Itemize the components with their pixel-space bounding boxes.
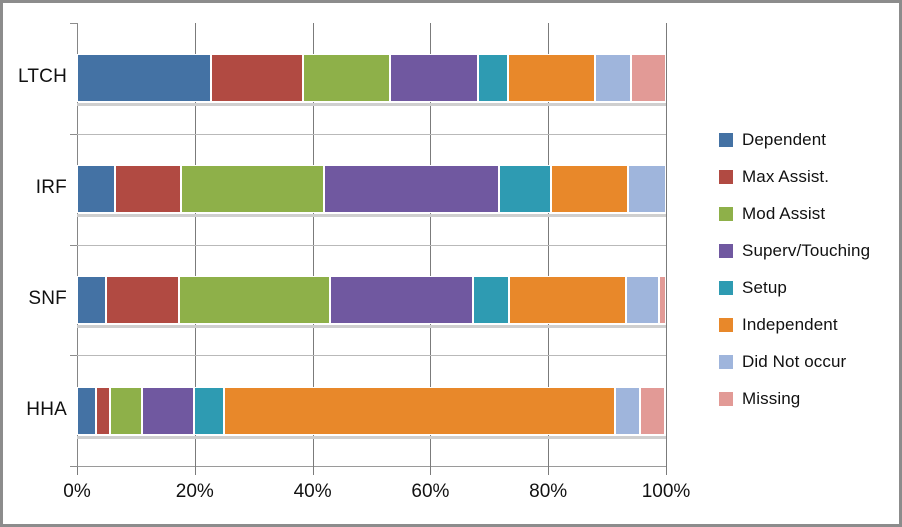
legend-swatch-icon — [719, 206, 733, 221]
bar-shadow — [77, 103, 666, 107]
bar-segment-setup — [498, 165, 551, 214]
x-axis-tick-label: 100% — [641, 481, 691, 502]
legend-label: Max Assist. — [742, 166, 830, 186]
legend-label: Missing — [742, 388, 801, 408]
bar-segment-independent — [507, 54, 596, 103]
bar-stack-irf — [77, 165, 666, 214]
bar-stack-ltch — [77, 54, 666, 103]
y-axis-category-label-irf: IRF — [35, 177, 67, 199]
x-axis-line — [77, 466, 667, 467]
legend-swatch-icon — [719, 132, 733, 147]
bar-segment-dependent — [77, 386, 96, 435]
legend-swatch-icon — [719, 280, 733, 295]
bar-segment-max-assist — [114, 165, 181, 214]
legend-item-did-not-occur[interactable]: Did Not occur — [719, 343, 897, 380]
bar-shadow — [77, 435, 666, 439]
bar-segment-setup — [472, 275, 509, 324]
bar-segment-max-assist — [105, 275, 179, 324]
x-axis-tick-label: 40% — [293, 481, 332, 502]
plot-area — [77, 23, 666, 466]
bar-segment-missing — [631, 54, 666, 103]
y-axis-category-label-hha: HHA — [26, 398, 67, 420]
legend-swatch-icon — [719, 354, 733, 369]
bar-segment-superv-touching — [141, 386, 194, 435]
y-axis-category-label-snf: SNF — [28, 287, 67, 309]
bar-segment-superv-touching — [329, 275, 473, 324]
bar-segment-missing — [658, 275, 666, 324]
legend-label: Did Not occur — [742, 351, 847, 371]
x-axis-tick-mark — [548, 466, 550, 475]
legend-swatch-icon — [719, 169, 733, 184]
x-axis-tick-mark — [312, 466, 314, 475]
bar-segment-mod-assist — [178, 275, 330, 324]
bar-segment-did-not-occur — [615, 386, 641, 435]
legend-label: Independent — [742, 314, 838, 334]
legend-item-setup[interactable]: Setup — [719, 269, 897, 306]
legend-item-dependent[interactable]: Dependent — [719, 121, 897, 158]
bar-segment-setup — [477, 54, 508, 103]
chart-legend: Dependent Max Assist. Mod Assist Superv/Tou… — [719, 121, 897, 417]
legend-swatch-icon — [719, 391, 733, 406]
x-axis-tick-mark — [430, 466, 432, 475]
x-axis-tick-mark — [77, 466, 78, 475]
bar-stack-snf — [77, 275, 666, 324]
bar-segment-dependent — [77, 54, 212, 103]
legend-item-max-assist[interactable]: Max Assist. — [719, 158, 897, 195]
gridline — [666, 23, 667, 466]
legend-item-superv-touching[interactable]: Superv/Touching — [719, 232, 897, 269]
stacked-bar-chart: LTCH IRF SNF HHA 0% 20% 40% 60% 80% 100% Depende… — [0, 0, 902, 527]
x-axis-tick-label: 60% — [411, 481, 450, 502]
legend-item-independent[interactable]: Independent — [719, 306, 897, 343]
y-axis-category-label-ltch: LTCH — [17, 66, 67, 88]
legend-swatch-icon — [719, 317, 733, 332]
bar-segment-superv-touching — [390, 54, 478, 103]
x-axis-tick-mark — [666, 466, 667, 475]
legend-label: Setup — [742, 277, 787, 297]
bar-segment-superv-touching — [323, 165, 499, 214]
x-axis-tick-mark — [194, 466, 196, 475]
bar-segment-independent — [223, 386, 616, 435]
bar-segment-independent — [550, 165, 628, 214]
bar-shadow — [77, 214, 666, 218]
y-axis-tick-mark — [70, 466, 78, 467]
legend-label: Dependent — [742, 129, 827, 149]
legend-item-missing[interactable]: Missing — [719, 380, 897, 417]
bar-segment-did-not-occur — [625, 275, 659, 324]
bar-segment-independent — [508, 275, 626, 324]
legend-label: Superv/Touching — [742, 240, 871, 260]
x-axis-tick-label: 20% — [175, 481, 214, 502]
x-axis-tick-label: 0% — [63, 481, 91, 502]
legend-label: Mod Assist — [742, 203, 826, 223]
bar-segment-mod-assist — [109, 386, 142, 435]
bar-segment-dependent — [77, 275, 106, 324]
bar-segment-max-assist — [211, 54, 304, 103]
bar-segment-missing — [640, 386, 666, 435]
bar-stack-hha — [77, 386, 666, 435]
bar-segment-max-assist — [95, 386, 110, 435]
bar-segment-did-not-occur — [595, 54, 632, 103]
bar-segment-did-not-occur — [627, 165, 666, 214]
bar-segment-mod-assist — [180, 165, 324, 214]
legend-swatch-icon — [719, 243, 733, 258]
x-axis-tick-label: 80% — [529, 481, 568, 502]
bar-segment-dependent — [77, 165, 115, 214]
legend-item-mod-assist[interactable]: Mod Assist — [719, 195, 897, 232]
bar-segment-mod-assist — [303, 54, 391, 103]
bar-segment-setup — [193, 386, 224, 435]
bar-shadow — [77, 324, 666, 328]
